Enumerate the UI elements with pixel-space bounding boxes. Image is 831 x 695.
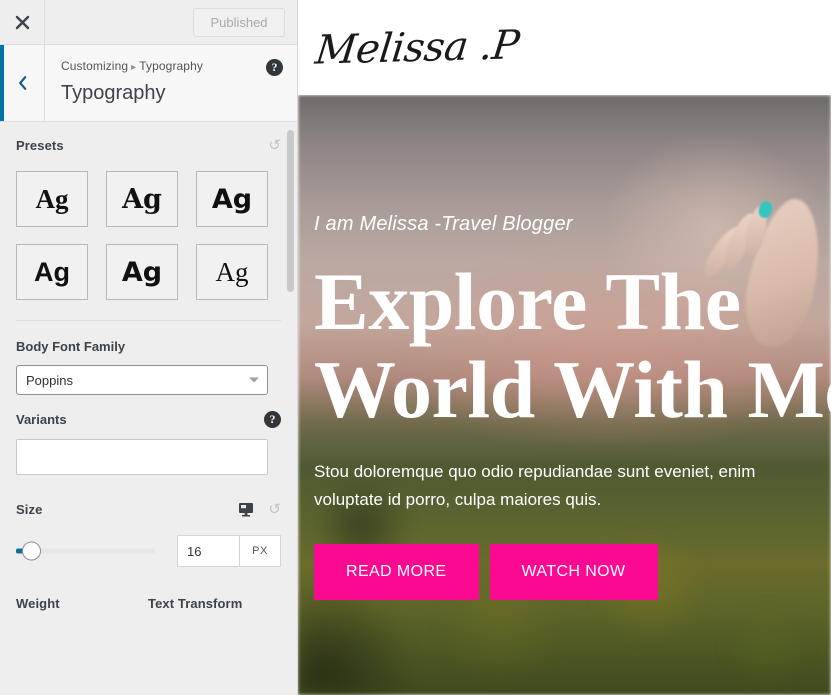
- section-header-text: Customizing ▸ Typography Typography ?: [45, 45, 297, 121]
- chevron-down-icon: [249, 377, 259, 383]
- site-logo[interactable]: Melissa .P: [313, 22, 521, 73]
- body-font-family-section: Body Font Family Poppins: [16, 323, 281, 395]
- slider-thumb[interactable]: [22, 541, 41, 561]
- presets-section: Presets ↺ Ag Ag Ag Ag Ag Ag: [16, 122, 281, 300]
- customizer-topbar: Published: [0, 0, 297, 45]
- page-title: Typography: [61, 82, 166, 104]
- help-icon[interactable]: ?: [264, 411, 281, 428]
- presets-label: Presets: [16, 138, 64, 153]
- variants-header: Variants ?: [16, 411, 281, 428]
- body-font-family-label: Body Font Family: [16, 339, 126, 354]
- size-label: Size: [16, 501, 43, 517]
- text-transform-label: Text Transform: [148, 596, 243, 611]
- back-button[interactable]: [0, 45, 45, 121]
- publish-button[interactable]: Published: [193, 7, 285, 37]
- size-value-group: PX: [177, 535, 281, 567]
- hero-title-line-2: World With Me: [314, 344, 831, 435]
- hero-content: I am Melissa -Travel Blogger Explore The…: [298, 95, 831, 600]
- site-header: Melissa .P: [298, 0, 831, 95]
- site-preview[interactable]: Melissa .P I am Melissa -Travel Blogger …: [298, 0, 831, 695]
- preset-option-5[interactable]: Ag: [106, 244, 178, 300]
- reset-icon[interactable]: ↺: [268, 502, 281, 517]
- preset-option-1[interactable]: Ag: [16, 171, 88, 227]
- panel-scrollbar-thumb[interactable]: [287, 130, 294, 292]
- breadcrumb: Customizing ▸ Typography: [61, 57, 283, 77]
- preset-option-3[interactable]: Ag: [196, 171, 268, 227]
- hero-title: Explore The World With Me: [314, 258, 831, 434]
- customizer-screen: Published Customizing ▸ Typography Typogra…: [0, 0, 831, 695]
- breadcrumb-root[interactable]: Customizing: [61, 59, 128, 73]
- size-input[interactable]: [177, 535, 239, 567]
- preset-option-2[interactable]: Ag: [106, 171, 178, 227]
- customizer-controls-scroll: Presets ↺ Ag Ag Ag Ag Ag Ag Body Font Fa…: [0, 122, 297, 695]
- preset-option-6[interactable]: Ag: [196, 244, 268, 300]
- body-font-family-value: Poppins: [26, 372, 73, 388]
- breadcrumb-separator: ▸: [131, 62, 137, 73]
- desktop-monitor-icon[interactable]: [238, 501, 254, 517]
- hero-subtitle: I am Melissa -Travel Blogger: [314, 213, 573, 235]
- presets-grid: Ag Ag Ag Ag Ag Ag: [16, 171, 281, 300]
- variants-label: Variants: [16, 412, 67, 427]
- read-more-button[interactable]: READ MORE: [314, 544, 479, 600]
- weight-transform-row: Weight Text Transform: [16, 595, 281, 613]
- help-icon[interactable]: ?: [266, 59, 283, 76]
- divider-1: [16, 320, 281, 321]
- close-icon[interactable]: [0, 0, 45, 44]
- weight-label: Weight: [16, 596, 60, 611]
- size-slider[interactable]: [16, 541, 155, 561]
- hero-buttons: READ MORE WATCH NOW: [314, 544, 831, 600]
- size-header-icons: ↺: [238, 501, 281, 517]
- body-font-family-select[interactable]: Poppins: [16, 365, 268, 395]
- variants-section: Variants ?: [16, 395, 281, 475]
- watch-now-button[interactable]: WATCH NOW: [489, 544, 658, 600]
- size-unit-button[interactable]: PX: [239, 535, 281, 567]
- customizer-panel: Published Customizing ▸ Typography Typogra…: [0, 0, 298, 695]
- presets-header: Presets ↺: [16, 138, 281, 153]
- reset-icon[interactable]: ↺: [268, 138, 281, 153]
- hero-title-line-1: Explore The: [314, 256, 741, 347]
- weight-column: Weight: [16, 595, 148, 613]
- size-slider-row: PX: [16, 535, 281, 567]
- hero-section: I am Melissa -Travel Blogger Explore The…: [298, 95, 831, 695]
- size-section: Size ↺ 16 PX: [16, 475, 281, 567]
- hero-paragraph: Stou doloremque quo odio repudiandae sun…: [314, 462, 756, 509]
- size-header: Size ↺: [16, 501, 281, 517]
- breadcrumb-current: Typography: [139, 59, 203, 73]
- variants-input[interactable]: [16, 439, 268, 475]
- slider-track: [34, 548, 155, 554]
- customizer-section-header: Customizing ▸ Typography Typography ?: [0, 45, 297, 122]
- chevron-left-icon: [18, 76, 26, 90]
- preset-option-4[interactable]: Ag: [16, 244, 88, 300]
- text-transform-column: Text Transform: [148, 595, 242, 613]
